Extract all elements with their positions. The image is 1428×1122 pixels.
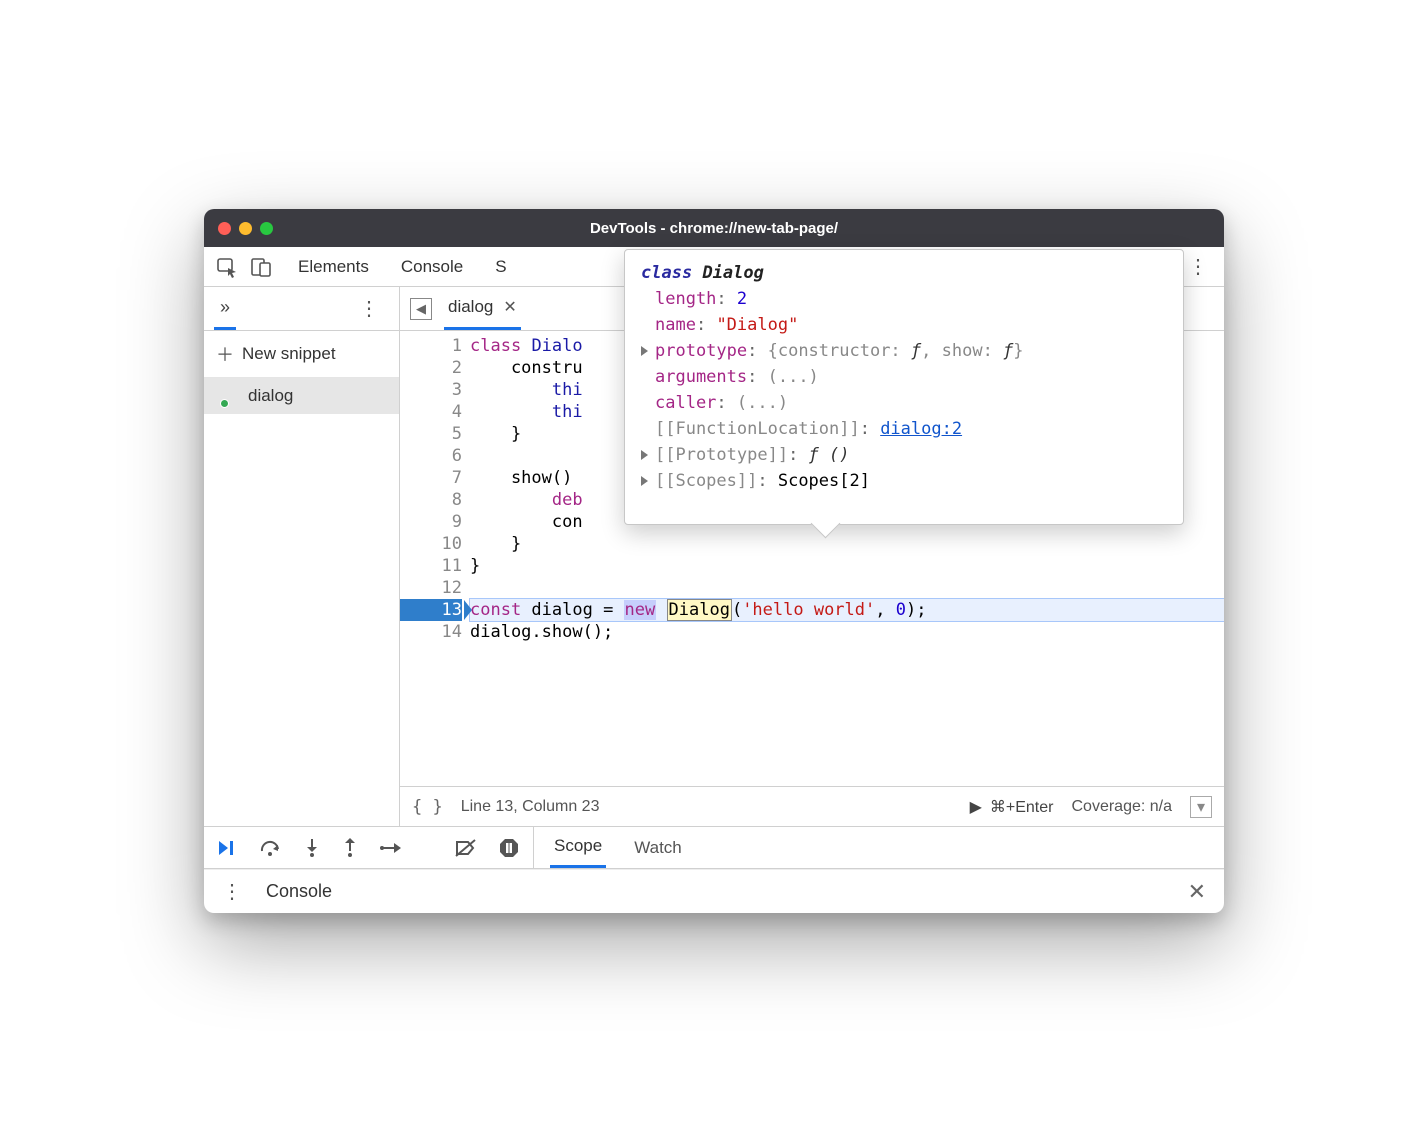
prop-function-location: [[FunctionLocation]]: dialog:2 [641, 416, 1167, 442]
prop-scopes[interactable]: [[Scopes]]: Scopes[2] [641, 468, 1167, 494]
source-link[interactable]: dialog:2 [880, 419, 962, 439]
snippet-file-icon [222, 386, 240, 406]
cursor-position: Line 13, Column 23 [461, 798, 600, 816]
tab-console[interactable]: Console [399, 247, 465, 287]
play-icon: ▶ [970, 797, 982, 817]
tab-watch[interactable]: Watch [630, 827, 686, 868]
step-icon[interactable] [380, 841, 402, 855]
close-drawer-icon[interactable]: ✕ [1182, 879, 1212, 905]
console-drawer: ⋮ Console ✕ [204, 869, 1224, 913]
navigator-sidebar: » ⋮ ＋ New snippet dialog [204, 287, 400, 826]
navigate-back-icon[interactable]: ◀ [410, 298, 432, 320]
editor-statusbar: { } Line 13, Column 23 ▶ ⌘+Enter Coverag… [400, 786, 1224, 826]
prop-arguments[interactable]: arguments: (...) [641, 364, 1167, 390]
editor-tab-dialog[interactable]: dialog ✕ [444, 287, 521, 330]
navigator-tabs: » ⋮ [204, 287, 399, 331]
step-over-icon[interactable] [260, 839, 282, 857]
new-snippet-label: New snippet [242, 344, 336, 364]
inspect-element-icon[interactable] [210, 250, 244, 284]
object-preview-popover: class Dialog length: 2 name: "Dialog" pr… [624, 249, 1184, 525]
close-tab-icon[interactable]: ✕ [503, 297, 516, 317]
step-out-icon[interactable] [342, 838, 358, 858]
prop-prototype[interactable]: prototype: {constructor: ƒ, show: ƒ} [641, 338, 1167, 364]
editor-tab-label: dialog [448, 297, 493, 317]
main-menu-icon[interactable]: ⋮ [1178, 254, 1218, 279]
current-execution-line: const dialog = new Dialog('hello world',… [470, 599, 1224, 621]
pretty-print-icon[interactable]: { } [412, 797, 443, 817]
deactivate-breakpoints-icon[interactable] [455, 839, 477, 857]
coverage-label: Coverage: n/a [1071, 798, 1172, 816]
line-gutter: 123 456 789 101112 1314 [400, 331, 470, 786]
prop-caller[interactable]: caller: (...) [641, 390, 1167, 416]
snippet-item-label: dialog [248, 386, 293, 406]
resume-icon[interactable] [218, 839, 238, 857]
run-shortcut-label: ⌘+Enter [990, 797, 1054, 817]
plus-icon: ＋ [216, 341, 234, 367]
devtools-window: DevTools - chrome://new-tab-page/ Elemen… [204, 209, 1224, 913]
drawer-menu-icon[interactable]: ⋮ [216, 879, 248, 904]
prop-name: name: "Dialog" [641, 312, 1167, 338]
window-title: DevTools - chrome://new-tab-page/ [204, 220, 1224, 237]
run-snippet-button[interactable]: ▶ ⌘+Enter [970, 797, 1054, 817]
titlebar: DevTools - chrome://new-tab-page/ [204, 209, 1224, 247]
more-tabs-icon[interactable]: » [220, 297, 230, 318]
statusbar-menu-icon[interactable]: ▾ [1190, 796, 1212, 818]
new-snippet-button[interactable]: ＋ New snippet [204, 331, 399, 378]
snippet-item-dialog[interactable]: dialog [204, 378, 399, 414]
popover-header: class Dialog [641, 260, 1167, 286]
hovered-identifier[interactable]: Dialog [667, 599, 732, 621]
prop-internal-prototype[interactable]: [[Prototype]]: ƒ () [641, 442, 1167, 468]
debugger-toolbar: Scope Watch [204, 827, 1224, 869]
prop-length: length: 2 [641, 286, 1167, 312]
step-into-icon[interactable] [304, 838, 320, 858]
navigator-menu-icon[interactable]: ⋮ [349, 296, 389, 321]
device-toolbar-icon[interactable] [244, 250, 278, 284]
tab-scope[interactable]: Scope [550, 827, 606, 868]
tab-sources[interactable]: S [493, 247, 508, 287]
tab-elements[interactable]: Elements [296, 247, 371, 287]
pause-on-exceptions-icon[interactable] [499, 838, 519, 858]
drawer-label: Console [266, 881, 332, 902]
